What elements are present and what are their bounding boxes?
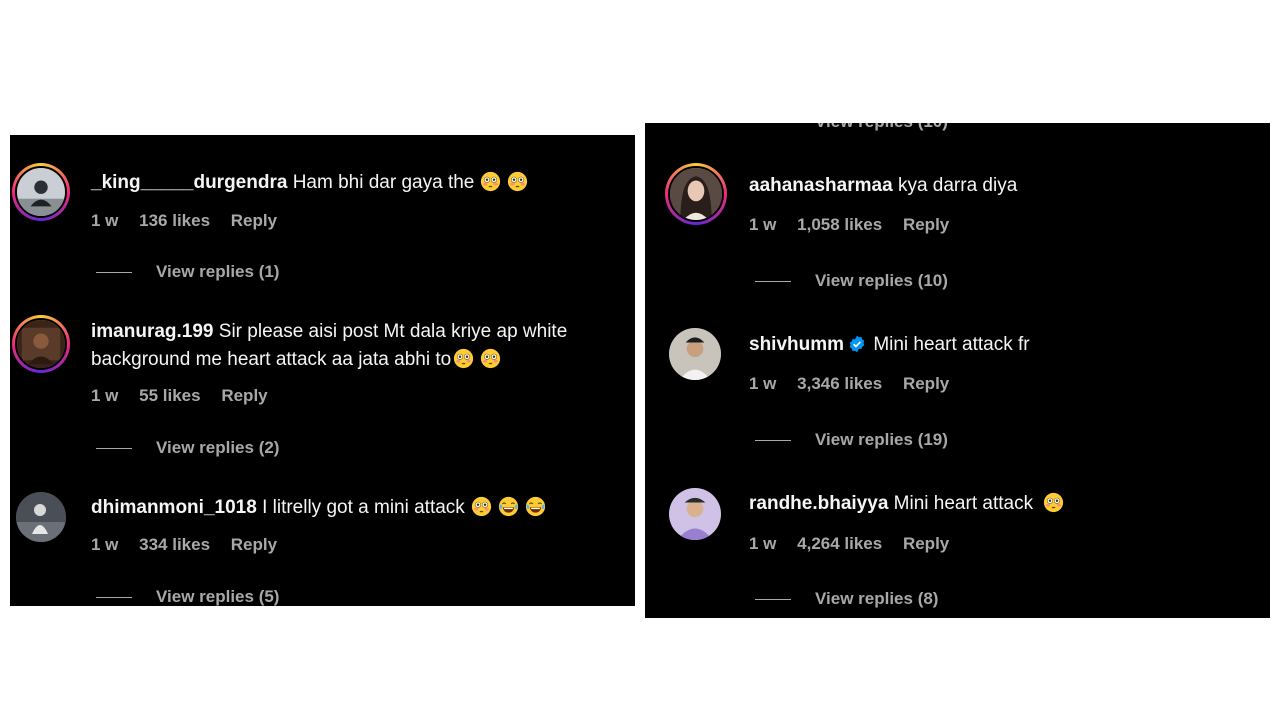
like-count[interactable]: 3,346 likes <box>797 374 882 393</box>
comment-text: _king_____durgendra Ham bhi dar gaya the <box>91 169 528 197</box>
comment-text: imanurag.199 Sir please aisi post Mt dal… <box>91 318 567 346</box>
reply-button[interactable]: Reply <box>221 386 267 405</box>
flushed-face-icon <box>480 171 501 192</box>
reply-button[interactable]: Reply <box>231 211 277 230</box>
comment-meta: 1 w 55 likes Reply <box>91 386 284 406</box>
username[interactable]: dhimanmoni_1018 <box>91 497 257 518</box>
tears-of-joy-face-icon <box>525 496 546 517</box>
avatar[interactable] <box>16 492 66 542</box>
comment-text: randhe.bhaiyya Mini heart attack <box>749 490 1064 518</box>
verified-badge-icon <box>849 335 865 353</box>
comment-body: Sir please aisi post Mt dala kriye ap wh… <box>218 321 568 342</box>
username[interactable]: shivhumm <box>749 334 844 355</box>
comment-meta: 1 w 4,264 likes Reply <box>749 534 965 554</box>
divider-line <box>96 272 132 274</box>
comment-body-continued: background me heart attack aa jata abhi … <box>91 349 452 370</box>
comment-text: shivhumm Mini heart attack fr <box>749 331 1030 359</box>
comment-meta: 1 w 136 likes Reply <box>91 211 293 231</box>
view-replies-label: View replies (19) <box>815 430 948 449</box>
comment-meta: 1 w 3,346 likes Reply <box>749 374 965 394</box>
comment-meta: 1 w 1,058 likes Reply <box>749 215 965 235</box>
avatar[interactable] <box>665 163 727 225</box>
comment-body: kya darra diya <box>897 175 1018 196</box>
avatar[interactable] <box>12 163 70 221</box>
flushed-face-icon <box>507 171 528 192</box>
view-replies-label: View replies (8) <box>815 589 939 608</box>
like-count[interactable]: 334 likes <box>139 535 210 554</box>
view-replies-button[interactable]: View replies (10) <box>755 271 948 291</box>
reply-button[interactable]: Reply <box>903 215 949 234</box>
comment-body: Ham bhi dar gaya the <box>292 172 475 193</box>
flushed-face-icon <box>1043 492 1064 513</box>
comment-body: I litrelly got a mini attack <box>262 497 465 518</box>
avatar[interactable] <box>669 488 721 540</box>
like-count[interactable]: 4,264 likes <box>797 534 882 553</box>
comments-panel-right: View replies (10) aahanasharmaa kya darr… <box>645 123 1270 618</box>
like-count[interactable]: 136 likes <box>139 211 210 230</box>
flushed-face-icon <box>453 348 474 369</box>
timestamp: 1 w <box>91 535 119 554</box>
reply-button[interactable]: Reply <box>903 534 949 553</box>
view-replies-button[interactable]: View replies (19) <box>755 430 948 450</box>
avatar[interactable] <box>12 315 70 373</box>
like-count[interactable]: 1,058 likes <box>797 215 882 234</box>
flushed-face-icon <box>480 348 501 369</box>
comment-text-line2: background me heart attack aa jata abhi … <box>91 346 501 374</box>
comment-body: Mini heart attack fr <box>873 334 1030 355</box>
view-replies-label: View replies (10) <box>815 271 948 290</box>
divider-line <box>96 597 132 599</box>
reply-button[interactable]: Reply <box>903 374 949 393</box>
view-replies-button[interactable]: View replies (1) <box>96 262 279 282</box>
divider-line <box>96 448 132 450</box>
comment-meta: 1 w 334 likes Reply <box>91 535 293 555</box>
tears-of-joy-face-icon <box>498 496 519 517</box>
view-replies-label: View replies (5) <box>156 587 280 606</box>
timestamp: 1 w <box>91 211 119 230</box>
view-replies-button[interactable]: View replies (5) <box>96 587 279 606</box>
comment-text: dhimanmoni_1018 I litrelly got a mini at… <box>91 494 546 522</box>
divider-line <box>755 281 791 283</box>
username[interactable]: imanurag.199 <box>91 321 214 342</box>
view-replies-button[interactable]: View replies (8) <box>755 589 938 609</box>
view-replies-label: View replies (2) <box>156 438 280 457</box>
username[interactable]: _king_____durgendra <box>91 172 287 193</box>
divider-line <box>755 599 791 601</box>
divider-line <box>755 440 791 442</box>
comment-body: Mini heart attack <box>893 493 1034 514</box>
username[interactable]: aahanasharmaa <box>749 175 893 196</box>
like-count[interactable]: 55 likes <box>139 386 200 405</box>
timestamp: 1 w <box>749 215 777 234</box>
reply-button[interactable]: Reply <box>231 535 277 554</box>
timestamp: 1 w <box>749 374 777 393</box>
view-replies-label: View replies (1) <box>156 262 280 281</box>
view-replies-button[interactable]: View replies (2) <box>96 438 279 458</box>
timestamp: 1 w <box>749 534 777 553</box>
view-replies-label: View replies (10) <box>815 123 948 131</box>
avatar[interactable] <box>669 328 721 380</box>
view-replies-button[interactable]: View replies (10) <box>755 123 948 132</box>
username[interactable]: randhe.bhaiyya <box>749 493 888 514</box>
timestamp: 1 w <box>91 386 119 405</box>
comments-panel-left: _king_____durgendra Ham bhi dar gaya the… <box>10 135 635 606</box>
comment-text: aahanasharmaa kya darra diya <box>749 172 1017 200</box>
flushed-face-icon <box>471 496 492 517</box>
